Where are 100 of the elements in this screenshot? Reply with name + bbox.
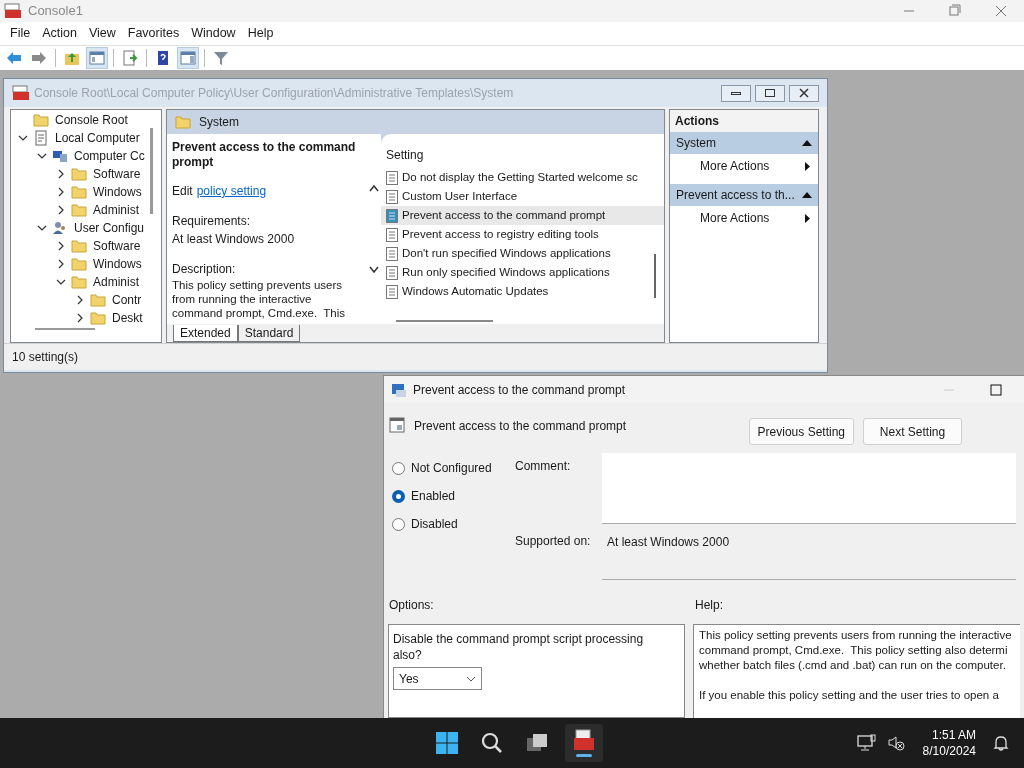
close-button[interactable] [789,84,819,102]
nav-button[interactable]: Next Setting [863,418,962,445]
radio-label: Disabled [411,516,458,533]
scroll-up-icon[interactable] [369,184,379,192]
view-tab[interactable]: Standard [237,325,301,342]
help-text-line: whether batch files (.cmd and .bat) can run on the computer. [699,658,1007,673]
action-item[interactable]: More Actions [670,206,818,230]
setting-row[interactable]: Custom User Interface [381,187,664,206]
scrollbar-thumb[interactable] [654,254,656,298]
scrollbar-thumb[interactable] [35,328,95,330]
computer-icon [52,148,68,164]
option-dropdown[interactable]: Yes [393,667,482,690]
column-header: Setting [385,147,425,164]
toolbar-button[interactable] [86,47,108,69]
tree-item[interactable]: Windows [93,255,142,273]
view-tab[interactable]: Extended [173,325,238,342]
menu-item[interactable]: File [4,24,37,43]
bell-icon[interactable] [992,734,1010,752]
policy-editor-icon [391,381,407,398]
search-icon [480,731,504,755]
menu-item[interactable]: Window [185,24,242,43]
scroll-down-icon[interactable] [369,266,379,274]
submenu-arrow-icon [805,213,810,223]
folder-icon [71,185,87,199]
window-title: Console Root\Local Computer Policy\User Configuration\Administrative Templates\System [34,85,514,102]
collapse-icon [802,140,812,146]
chevron-down-icon [466,675,476,682]
document-icon [33,130,49,146]
scrollbar-thumb[interactable] [396,320,493,322]
tree-item[interactable]: Deskt [112,309,143,327]
radio-button[interactable] [392,461,405,475]
toolbar-button[interactable] [177,47,199,69]
collapse-icon [802,192,812,198]
forward-arrow-icon [30,49,48,67]
radio-button[interactable] [392,517,405,531]
policy-setting-icon [386,227,398,242]
radio-label: Enabled [411,488,456,505]
tree-item[interactable]: Console Root [55,111,128,129]
setting-row[interactable]: Do not display the Getting Started welcome sc [381,168,664,187]
action-section-header[interactable]: Prevent access to th... [670,184,818,206]
options-label: Options: [389,597,435,614]
toolbox-icon [12,85,30,101]
description-label: Description: [172,261,237,278]
help-text-line: This policy setting prevents users from running the interactive [699,628,1013,643]
policy-setting-icon [386,246,398,261]
close-icon [799,88,809,98]
clock[interactable]: 1:51 AM 8/10/2024 [922,727,976,759]
actions-title: Actions [670,110,818,132]
tree-item[interactable]: Contr [112,291,142,309]
taskbar-app-button[interactable] [565,724,603,762]
policy-setting-icon [386,284,398,299]
setting-icon [389,417,405,433]
toolbox-icon [573,729,595,751]
folder-icon [90,311,106,325]
folder-icon [33,113,49,127]
edit-label: Edit [172,183,193,200]
folder-icon [90,293,106,307]
minimize-button[interactable] [721,84,751,102]
menu-item[interactable]: Favorites [121,24,186,43]
radio-label: Not Configured [411,460,492,477]
setting-row[interactable]: Prevent access to the command prompt [381,206,664,225]
tree-item[interactable]: Windows [93,183,142,201]
help-text-line: If you enable this policy setting and the user tries to open a [699,688,1000,703]
chevron-down-icon[interactable] [56,277,66,287]
tree-item[interactable]: Computer Cc [74,147,145,165]
menu-item[interactable]: Help [241,24,280,43]
submenu-arrow-icon [805,161,810,171]
setting-row[interactable]: Prevent access to registry editing tools [381,225,664,244]
menu-item[interactable]: Action [36,24,83,43]
policy-title: Prevent access to the command prompt [172,140,357,170]
volume-muted-icon[interactable] [886,734,905,752]
policy-setting-icon [386,208,398,223]
tree-item[interactable]: Local Computer [55,129,140,147]
header-title: System [199,114,239,131]
restore-button[interactable] [755,84,785,102]
maximize-icon[interactable] [990,383,1002,396]
tree-item[interactable]: Administ [93,273,139,291]
setting-row[interactable]: Run only specified Windows applications [381,263,664,282]
tree-item[interactable]: User Configu [74,219,145,237]
menu-item[interactable]: View [82,24,122,43]
supported-label: Supported on: [515,532,592,550]
comment-field[interactable] [602,453,1016,524]
folder-icon [71,257,87,271]
status-text: 10 setting(s) [12,349,79,366]
setting-row[interactable]: Don't run specified Windows applications [381,244,664,263]
action-section-header[interactable]: System [670,132,818,154]
tree-item[interactable]: Software [93,237,141,255]
radio-button[interactable] [392,489,405,503]
setting-row[interactable]: Windows Automatic Updates [381,282,664,301]
network-icon[interactable] [856,734,877,752]
nav-button[interactable]: Previous Setting [748,418,854,445]
users-icon [52,220,68,236]
scrollbar-thumb[interactable] [150,128,153,214]
tree-item[interactable]: Software [93,165,141,183]
chevron-down-icon[interactable] [37,223,47,233]
dialog-title: Prevent access to the command prompt [413,381,626,399]
action-item[interactable]: More Actions [670,154,818,178]
tree-item[interactable]: Administ [93,201,139,219]
policy-link[interactable]: policy setting [196,182,267,200]
option-prompt: Disable the command prompt script processing also? [393,631,645,663]
